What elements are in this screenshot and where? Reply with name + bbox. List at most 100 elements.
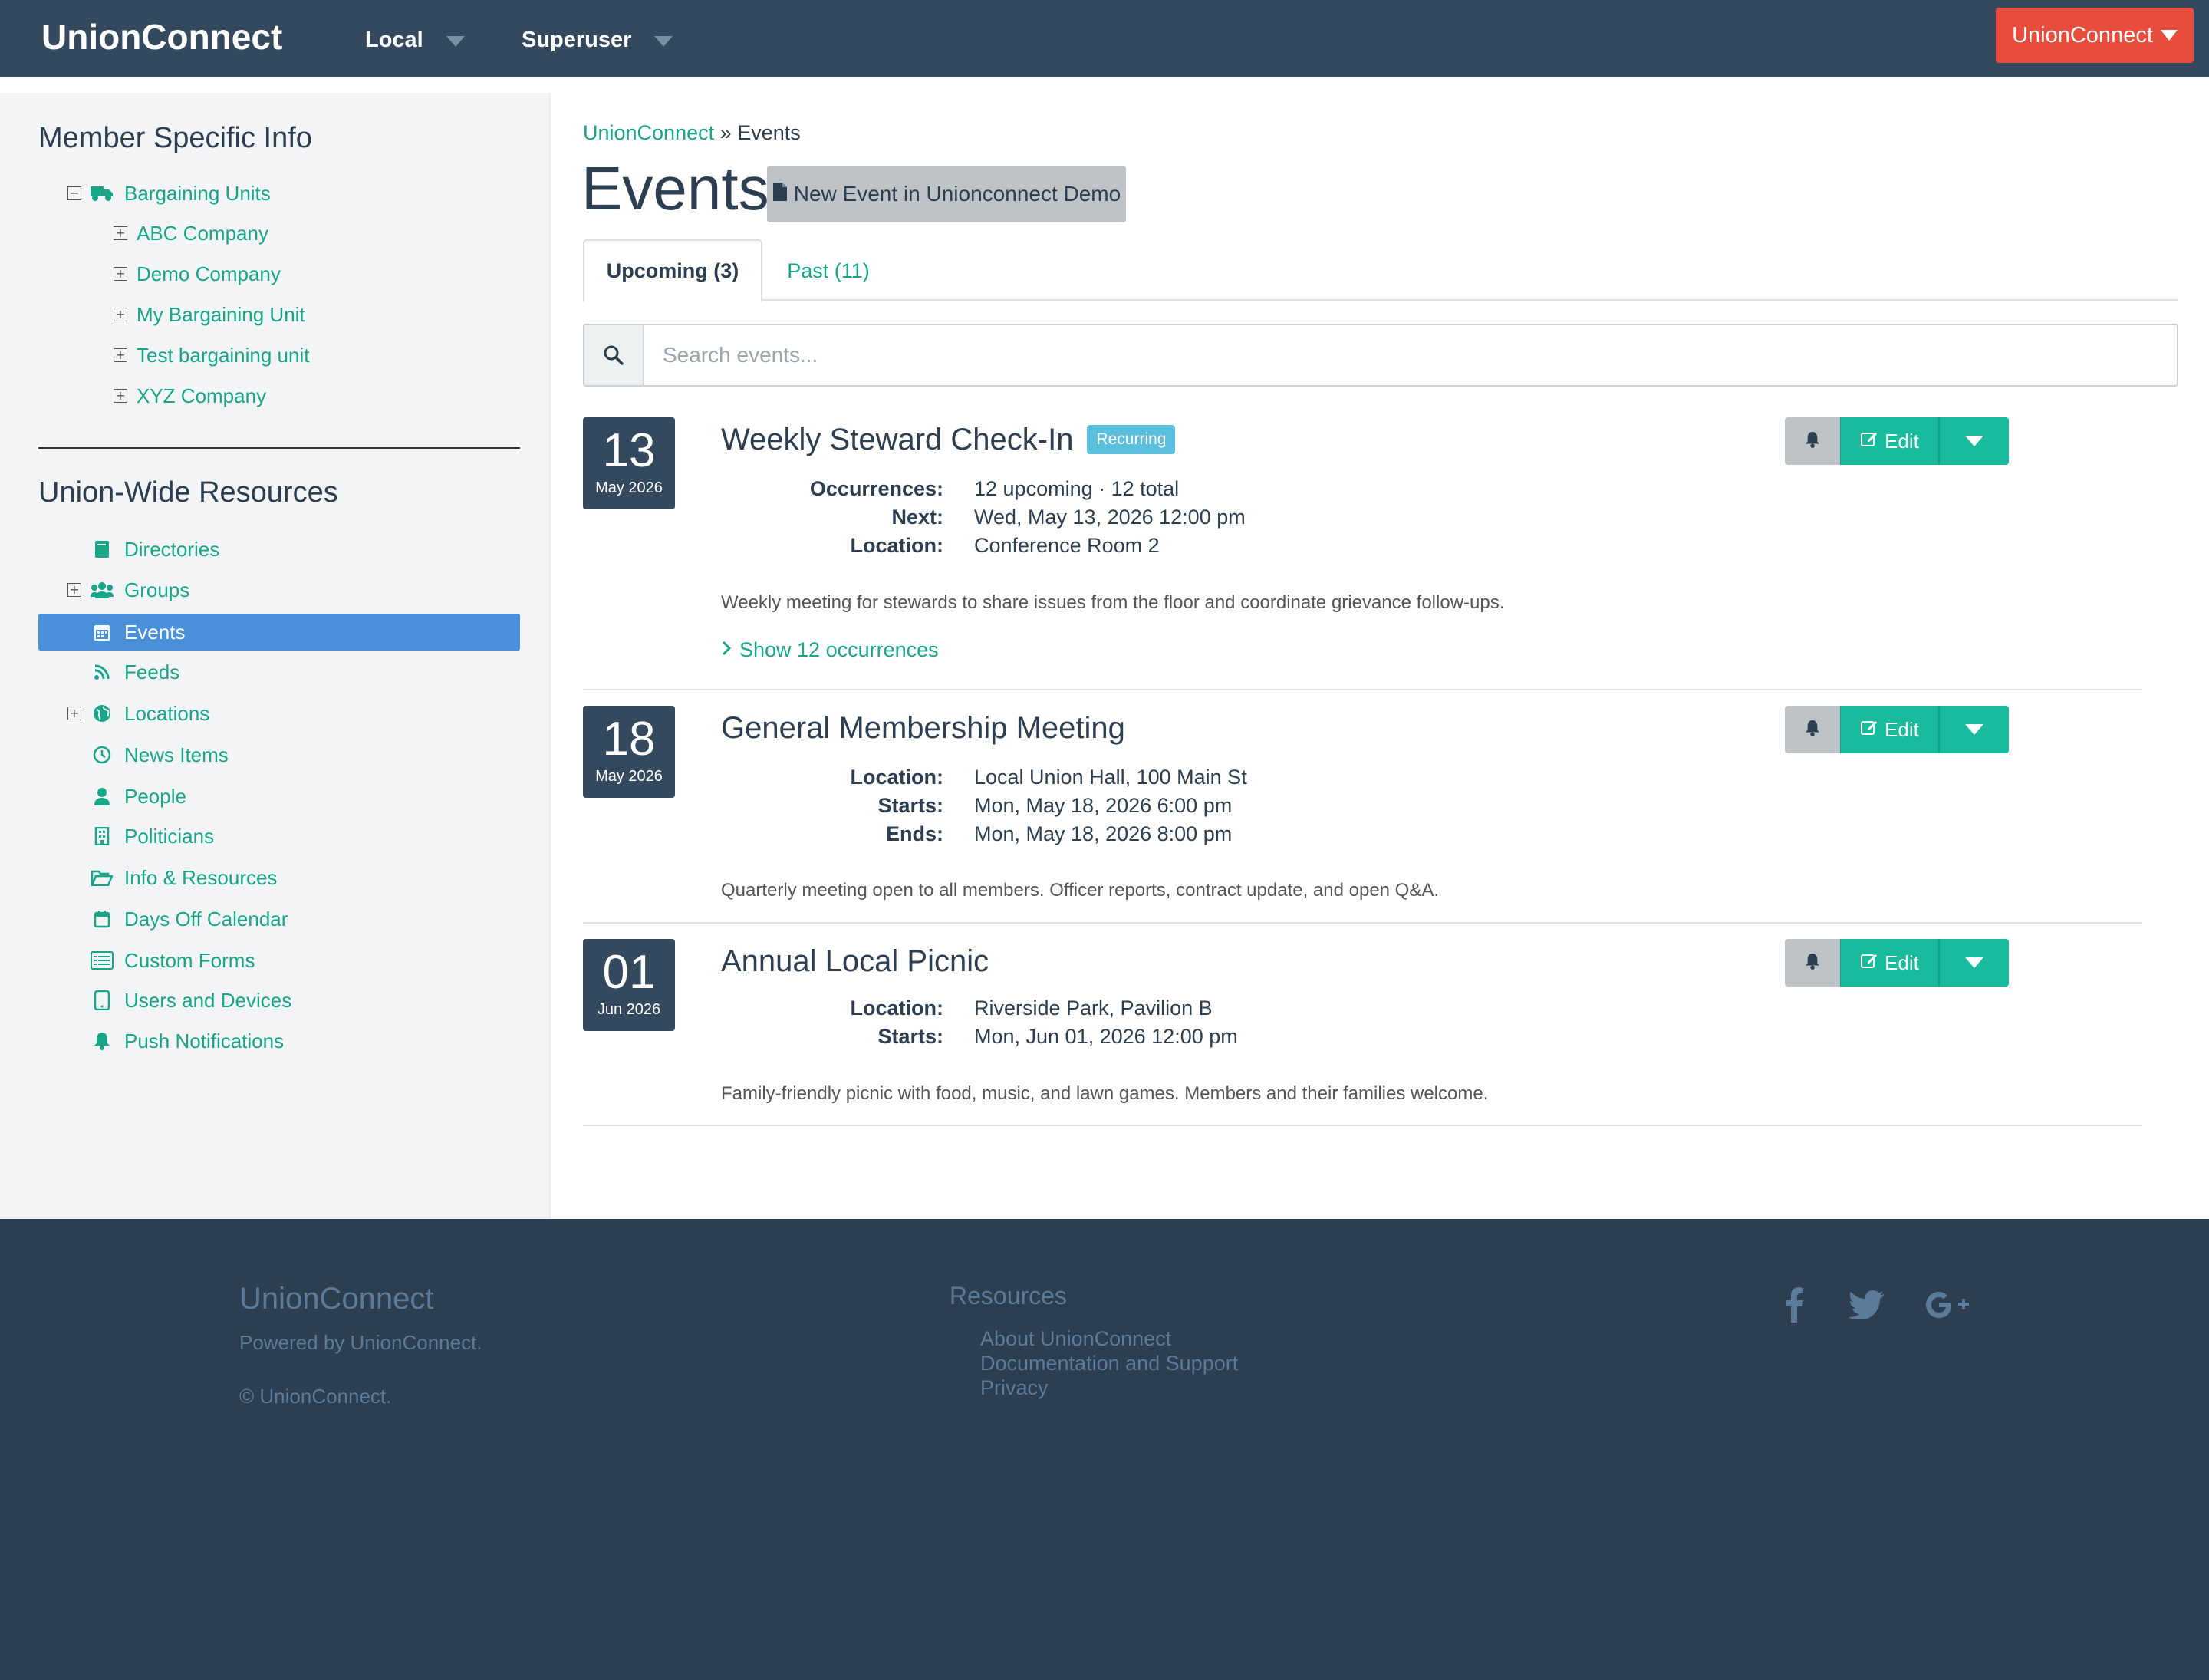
sidebar-item-info-resources[interactable]: Info & Resources — [91, 859, 277, 896]
tablet-icon — [91, 990, 114, 1010]
show-occurrences-label: Show 12 occurrences — [739, 638, 939, 661]
calendar-empty-icon — [91, 910, 114, 928]
member-specific-heading: Member Specific Info — [38, 122, 312, 154]
sidebar-item-days-off-calendar[interactable]: Days Off Calendar — [91, 901, 288, 937]
expand-icon[interactable]: + — [67, 707, 81, 720]
new-event-button[interactable]: New Event in Unionconnect Demo — [767, 166, 1126, 222]
event-title[interactable]: General Membership Meeting — [721, 709, 1125, 747]
facebook-icon[interactable] — [1784, 1282, 1804, 1328]
event-more-dropdown[interactable] — [1938, 706, 2009, 753]
sidebar-item-push-notifications[interactable]: Push Notifications — [91, 1023, 284, 1059]
footer-link-docs[interactable]: Documentation and Support — [980, 1351, 1238, 1375]
sidebar-item-label: Test bargaining unit — [137, 343, 310, 367]
rss-icon — [91, 664, 114, 680]
event-date-box: 13 May 2026 — [583, 417, 675, 509]
event-month: Jun 2026 — [597, 1001, 661, 1018]
breadcrumb: UnionConnect » Events — [583, 121, 801, 145]
sidebar-item-label: ABC Company — [137, 221, 268, 245]
event-item: 01 Jun 2026 Annual Local Picnic Edit Loc… — [583, 939, 2142, 1126]
detail-key: Next: — [891, 506, 943, 529]
collapse-icon[interactable]: − — [67, 186, 81, 200]
search-input[interactable] — [644, 325, 2177, 385]
edit-button[interactable]: Edit — [1840, 706, 1938, 753]
show-occurrences-link[interactable]: Show 12 occurrences — [721, 638, 939, 662]
tab-upcoming[interactable]: Upcoming (3) — [583, 239, 762, 302]
sidebar-item-label: Locations — [124, 701, 210, 725]
search-bar — [583, 324, 2178, 387]
footer-link-privacy[interactable]: Privacy — [980, 1375, 1049, 1400]
sidebar-item-label: Push Notifications — [124, 1029, 285, 1052]
sidebar-item-demo-company[interactable]: + Demo Company — [114, 255, 281, 292]
file-icon — [772, 182, 788, 207]
event-title-row: General Membership Meeting — [721, 709, 1125, 747]
bell-icon — [1805, 953, 1820, 973]
sidebar-item-people[interactable]: People — [91, 778, 186, 815]
sidebar-item-bargaining-units[interactable]: − Bargaining Units — [67, 175, 271, 212]
expand-icon[interactable]: + — [114, 348, 127, 362]
superuser-menu[interactable]: Superuser — [522, 18, 673, 61]
event-day: 13 — [602, 424, 656, 477]
caret-down-icon — [446, 36, 465, 47]
folder-open-icon — [91, 869, 114, 886]
detail-key: Location: — [850, 996, 944, 1020]
event-actions: Edit — [1785, 417, 2009, 465]
edit-icon — [1860, 430, 1878, 453]
event-title[interactable]: Weekly Steward Check-In — [721, 420, 1073, 459]
sidebar-item-users-devices[interactable]: Users and Devices — [91, 982, 291, 1019]
event-title[interactable]: Annual Local Picnic — [721, 942, 989, 980]
sidebar-item-label: Users and Devices — [124, 988, 292, 1012]
footer-resources-heading: Resources — [950, 1282, 1067, 1309]
expand-icon[interactable]: + — [114, 389, 127, 403]
sidebar-item-groups[interactable]: + Groups — [67, 572, 189, 608]
event-item: 13 May 2026 Weekly Steward Check-In Recu… — [583, 417, 2142, 690]
sidebar-item-events[interactable]: Events — [38, 614, 520, 651]
sidebar-item-custom-forms[interactable]: Custom Forms — [91, 942, 255, 979]
event-more-dropdown[interactable] — [1938, 939, 2009, 987]
edit-button[interactable]: Edit — [1840, 939, 1938, 987]
sidebar-item-news-items[interactable]: News Items — [91, 736, 229, 773]
footer-powered: Powered by UnionConnect. — [239, 1331, 482, 1354]
twitter-icon[interactable] — [1849, 1282, 1884, 1328]
detail-row: Next: Wed, May 13, 2026 12:00 pm — [721, 503, 1335, 532]
sidebar-item-feeds[interactable]: Feeds — [91, 654, 179, 690]
bell-icon — [1805, 431, 1820, 452]
notify-button[interactable] — [1785, 706, 1840, 753]
top-navbar: UnionConnect Local Superuser UnionConnec… — [0, 0, 2209, 77]
sidebar-item-politicians[interactable]: Politicians — [91, 818, 214, 855]
breadcrumb-home-link[interactable]: UnionConnect — [583, 121, 714, 144]
sidebar-item-label: Directories — [124, 537, 220, 561]
superuser-menu-label: Superuser — [522, 27, 632, 52]
sidebar-divider — [38, 447, 520, 449]
notify-button[interactable] — [1785, 939, 1840, 987]
detail-value: 12 upcoming · 12 total — [974, 477, 1180, 500]
event-more-dropdown[interactable] — [1938, 417, 2009, 465]
account-dropdown-button[interactable]: UnionConnect — [1996, 8, 2194, 63]
event-day: 01 — [602, 946, 656, 999]
local-menu[interactable]: Local — [365, 18, 465, 61]
notify-button[interactable] — [1785, 417, 1840, 465]
sidebar-item-label: People — [124, 784, 186, 808]
sidebar-item-xyz-company[interactable]: + XYZ Company — [114, 377, 266, 414]
google-plus-icon[interactable] — [1925, 1282, 1970, 1328]
brand-logo[interactable]: UnionConnect — [41, 14, 282, 60]
sidebar-item-locations[interactable]: + Locations — [67, 695, 209, 732]
detail-key: Location: — [850, 534, 944, 557]
edit-button[interactable]: Edit — [1840, 417, 1938, 465]
event-description: Weekly meeting for stewards to share iss… — [721, 592, 1505, 613]
footer-link-about[interactable]: About UnionConnect — [980, 1326, 1171, 1351]
caret-down-icon — [1965, 436, 1983, 446]
event-details: Location: Riverside Park, Pavilion B Star… — [721, 994, 1335, 1051]
expand-icon[interactable]: + — [114, 267, 127, 281]
sidebar-item-abc-company[interactable]: + ABC Company — [114, 215, 268, 252]
expand-icon[interactable]: + — [67, 583, 81, 597]
chevron-right-icon — [721, 638, 732, 662]
expand-icon[interactable]: + — [114, 226, 127, 240]
detail-value: Mon, May 18, 2026 8:00 pm — [974, 822, 1233, 845]
detail-key: Occurrences: — [809, 477, 943, 500]
sidebar-item-my-bargaining-unit[interactable]: + My Bargaining Unit — [114, 296, 305, 333]
tab-past[interactable]: Past (11) — [782, 239, 874, 302]
list-alt-icon — [91, 951, 114, 970]
expand-icon[interactable]: + — [114, 308, 127, 321]
sidebar-item-test-bargaining-unit[interactable]: + Test bargaining unit — [114, 337, 309, 374]
sidebar-item-directories[interactable]: Directories — [91, 531, 219, 568]
